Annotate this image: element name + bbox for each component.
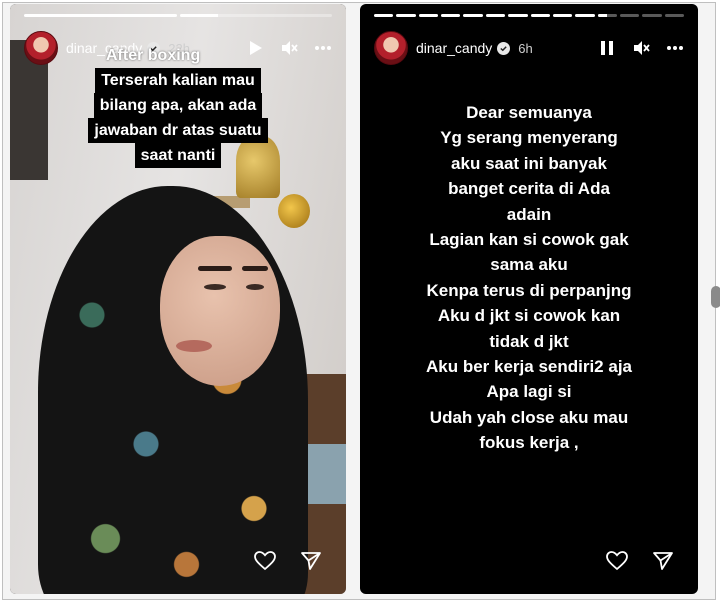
progress-segment [642,14,662,17]
username[interactable]: dinar_candy [416,40,492,56]
figurine [278,194,310,228]
text-line: sama aku [490,255,568,275]
more-icon [315,46,331,50]
caption-line: saat nanti [134,143,222,168]
avatar[interactable] [374,31,408,65]
text-line: fokus kerja , [479,433,579,453]
send-icon [301,552,321,570]
send-icon [653,552,673,570]
progress-segment [179,14,332,17]
progress-segment [619,14,640,17]
progress-segment [463,14,483,17]
heart-icon [606,551,628,571]
pause-button[interactable] [596,37,618,59]
progress-segment [664,14,685,17]
progress-segment [396,14,416,17]
pause-icon [601,41,613,55]
person-hijab [38,186,308,594]
more-button[interactable] [664,37,686,59]
text-line: aku saat ini banyak [451,153,607,173]
text-line: Yg serang menyerang [440,128,618,148]
like-button[interactable] [604,548,630,574]
share-button[interactable] [650,548,676,574]
story-caption: Terserah kalian mau bilang apa, akan ada… [68,68,288,168]
text-line: tidak d jkt [489,331,569,351]
progress-segment [418,14,439,17]
caption-line: bilang apa, akan ada [93,93,263,118]
progress-segment [24,14,177,17]
text-line: Lagian kan si cowok gak [429,230,629,250]
progress-segment [441,14,461,17]
progress-segment [508,14,528,17]
play-icon [250,41,262,55]
post-time: 6h [518,40,533,56]
progress-segment [530,14,550,17]
text-line: Dear semuanya [466,103,592,122]
like-button[interactable] [252,548,278,574]
verified-badge-icon [497,41,511,55]
caption-line: jawaban dr atas suatu [88,118,268,143]
story-footer [604,548,676,574]
caption-line: Terserah kalian mau [95,68,261,93]
progress-segment [597,14,617,17]
text-line: Apa lagi si [486,382,572,402]
heart-icon [254,551,276,571]
story-text: Dear semuanya Yg serang menyerang aku sa… [380,100,678,456]
mute-icon [634,41,650,55]
story-progress [24,14,332,17]
play-button[interactable] [244,37,266,59]
story-left[interactable]: dinar_candy 22h After boxing Terserah ka… [10,4,346,594]
text-line: Aku d jkt si cowok kan [437,306,621,326]
share-button[interactable] [298,548,324,574]
progress-segment [485,14,506,17]
text-line: adain [506,204,552,224]
scroll-handle[interactable] [711,286,720,308]
text-line: Udah yah close aku mau [429,407,629,427]
avatar[interactable] [24,31,58,65]
story-header: dinar_candy 6h [374,30,686,66]
more-button[interactable] [312,37,334,59]
mute-button[interactable] [278,37,300,59]
background-text: After boxing [106,47,201,64]
progress-segment [552,14,573,17]
more-icon [667,46,683,50]
text-line: banget cerita di Ada [448,179,610,199]
progress-segment [374,14,394,17]
text-line: Aku ber kerja sendiri2 aja [426,357,632,377]
story-footer [252,548,324,574]
story-progress [374,14,685,17]
person-face [160,236,280,386]
mute-icon [282,41,298,55]
text-line: Kenpa terus di perpanjng [426,280,632,300]
story-right[interactable]: dinar_candy 6h Dear semuanya Yg serang m… [360,4,698,594]
person-lips [176,340,212,352]
mute-button[interactable] [630,37,652,59]
progress-segment [575,14,595,17]
